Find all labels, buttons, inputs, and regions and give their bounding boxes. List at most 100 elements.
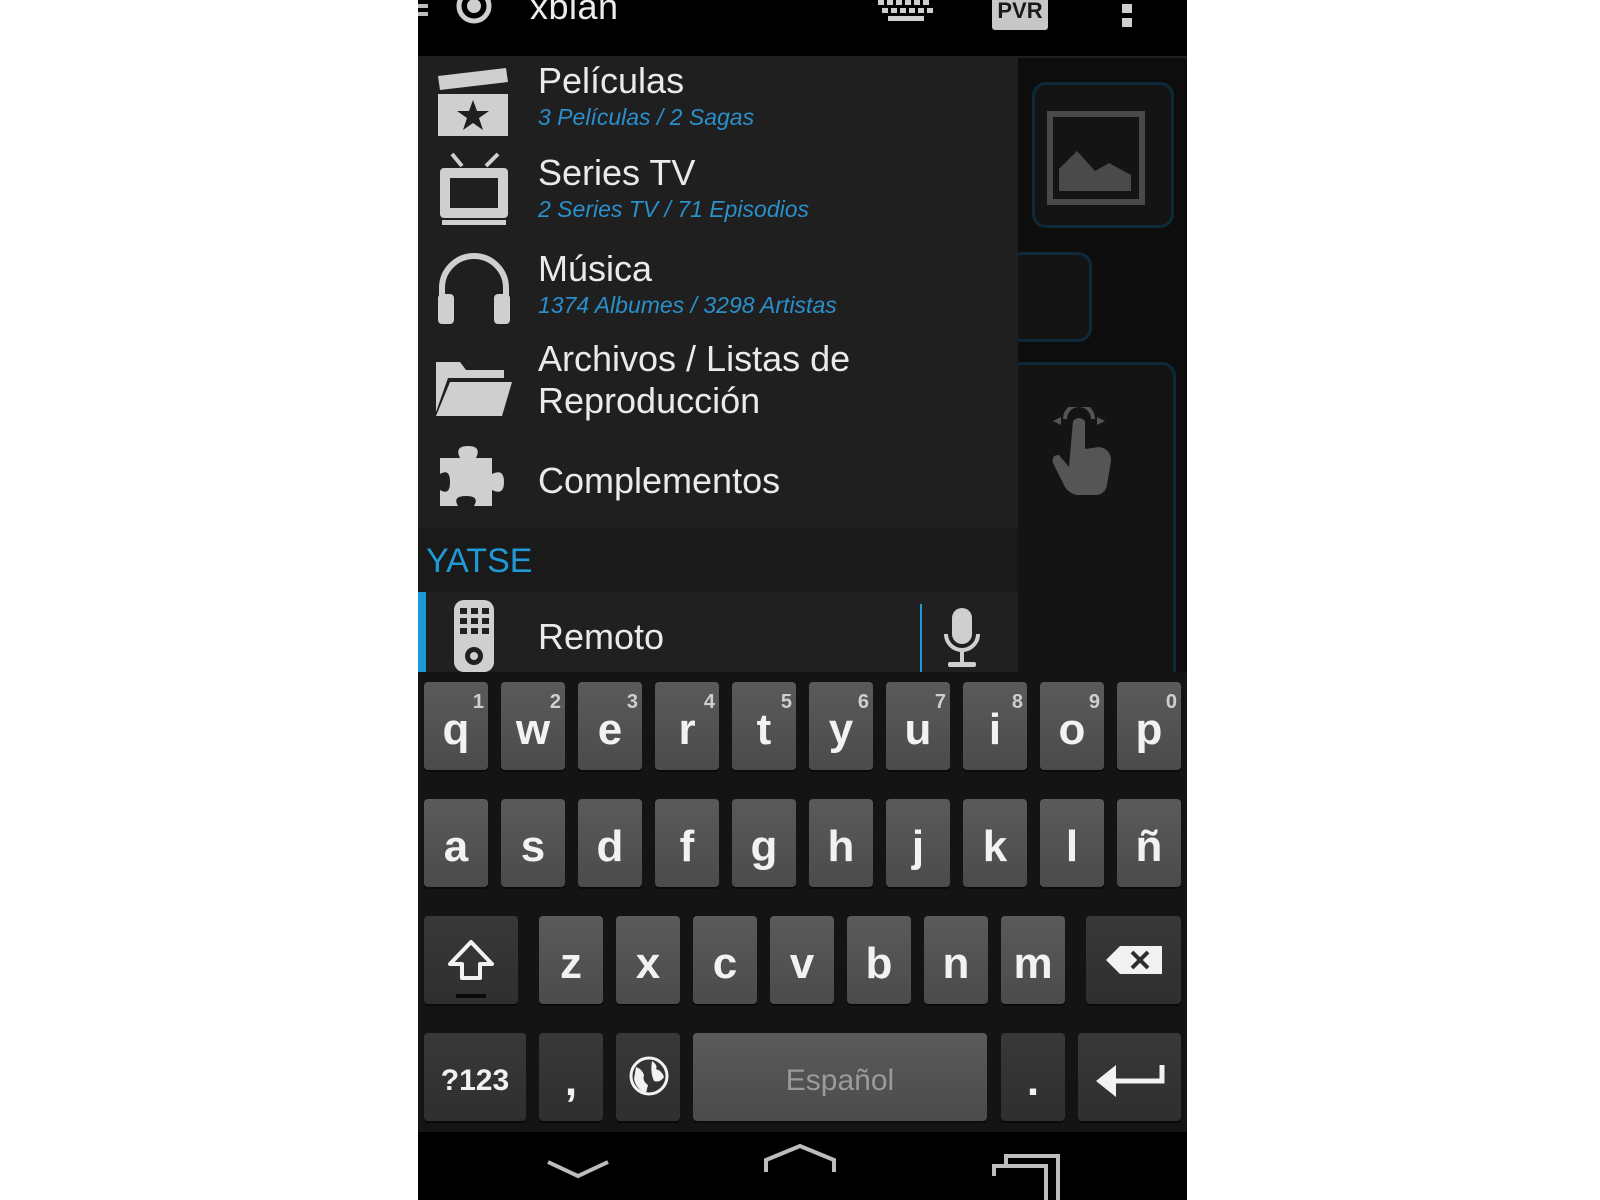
key-c[interactable]: c	[693, 916, 757, 1004]
drawer-item-title: Películas	[538, 60, 685, 101]
drawer-item-addons[interactable]: Complementos	[418, 438, 1018, 528]
key-label: r	[678, 705, 696, 754]
key-label: e	[597, 705, 623, 754]
key-g[interactable]: g	[732, 799, 796, 887]
drawer-item-tv-series[interactable]: Series TV 2 Series TV / 71 Episodios	[418, 152, 1018, 248]
key-label: i	[988, 705, 1002, 754]
key-m[interactable]: m	[1001, 916, 1065, 1004]
microphone-icon[interactable]	[942, 606, 982, 672]
soft-keyboard: q1 w2 e3 r4 t5 y6 u7 i8 o9 p0 a s d f g …	[418, 672, 1187, 1153]
key-e[interactable]: e3	[578, 682, 642, 770]
key-l[interactable]: l	[1040, 799, 1104, 887]
key-a[interactable]: a	[424, 799, 488, 887]
touch-gesture-icon	[1052, 407, 1111, 495]
xbmc-logo-icon[interactable]	[455, 0, 493, 26]
drawer-item-remote[interactable]: Remoto	[418, 592, 1018, 672]
drawer-item-title: Música	[538, 248, 653, 289]
pvr-button[interactable]: PVR	[992, 0, 1048, 30]
hamburger-icon[interactable]	[418, 0, 430, 22]
image-card	[1032, 82, 1174, 228]
key-label: u	[904, 705, 932, 754]
home-nav-icon[interactable]	[764, 1144, 836, 1200]
key-o[interactable]: o9	[1040, 682, 1104, 770]
back-nav-icon[interactable]	[546, 1156, 610, 1200]
key-b[interactable]: b	[847, 916, 911, 1004]
enter-key[interactable]	[1078, 1033, 1181, 1121]
key-x[interactable]: x	[616, 916, 680, 1004]
key-n-tilde[interactable]: ñ	[1117, 799, 1181, 887]
keyboard-icon[interactable]	[876, 0, 936, 22]
key-hint: 2	[549, 691, 561, 713]
symbols-key[interactable]: ?123	[424, 1033, 526, 1121]
key-label: ,	[564, 1056, 578, 1105]
space-key[interactable]: Español…	[693, 1033, 987, 1153]
divider	[920, 604, 922, 672]
image-placeholder-icon	[1047, 111, 1145, 205]
key-s[interactable]: s	[501, 799, 565, 887]
section-header-yatse: YATSE	[418, 528, 1018, 592]
drawer-item-title: Series TV	[538, 152, 696, 193]
selected-indicator	[418, 592, 426, 672]
enter-icon	[1096, 1065, 1165, 1097]
key-label: o	[1058, 705, 1086, 754]
overflow-menu-icon[interactable]	[1122, 4, 1134, 32]
shift-key[interactable]	[424, 916, 518, 1004]
key-label: t	[756, 705, 772, 754]
key-p[interactable]: p0	[1117, 682, 1181, 770]
drawer-item-subtitle: 1374 Albumes / 3298 Artistas	[538, 292, 837, 318]
key-u[interactable]: u7	[886, 682, 950, 770]
key-h[interactable]: h	[809, 799, 873, 887]
key-t[interactable]: t5	[732, 682, 796, 770]
recents-nav-icon[interactable]	[992, 1152, 1064, 1200]
background-panel	[1008, 58, 1187, 688]
key-n[interactable]: n	[924, 916, 988, 1004]
key-label: p	[1135, 705, 1163, 754]
key-label: y	[828, 705, 854, 754]
drawer-item-music[interactable]: Música 1374 Albumes / 3298 Artistas	[418, 248, 1018, 342]
background-card	[1008, 252, 1092, 342]
key-hint: 1	[472, 691, 484, 713]
comma-key[interactable]: ,…	[539, 1033, 603, 1153]
key-z[interactable]: z	[539, 916, 603, 1004]
app-title: xbian	[530, 0, 619, 27]
headphones-icon	[438, 253, 510, 324]
key-d[interactable]: d	[578, 799, 642, 887]
key-k[interactable]: k	[963, 799, 1027, 887]
globe-icon	[629, 1056, 669, 1096]
key-y[interactable]: y6	[809, 682, 873, 770]
key-f[interactable]: f	[655, 799, 719, 887]
key-v[interactable]: v	[770, 916, 834, 1004]
key-i[interactable]: i8	[963, 682, 1027, 770]
phone-screen: xbian PVR Películas 3 Películas / 2 Saga…	[418, 0, 1187, 1200]
drawer-item-title: Archivos / Listas de Reproducción	[538, 338, 851, 421]
section-header-label: YATSE	[426, 542, 533, 580]
key-q[interactable]: q1	[424, 682, 488, 770]
drawer-item-files-playlists[interactable]: Archivos / Listas de Reproducción	[418, 338, 1018, 438]
gesture-card	[1008, 362, 1176, 688]
language-key[interactable]: …	[616, 1033, 680, 1153]
key-j[interactable]: j	[886, 799, 950, 887]
system-nav-bar	[418, 1132, 1187, 1200]
key-hint: 0	[1165, 691, 1177, 713]
navigation-drawer: Películas 3 Películas / 2 Sagas Series T…	[418, 58, 1018, 672]
period-key[interactable]: .…	[1001, 1033, 1065, 1153]
key-hint: 9	[1088, 691, 1100, 713]
drawer-item-subtitle: 2 Series TV / 71 Episodios	[538, 196, 810, 222]
drawer-item-subtitle: 3 Películas / 2 Sagas	[538, 104, 755, 130]
drawer-item-title: Remoto	[538, 616, 665, 657]
key-w[interactable]: w2	[501, 682, 565, 770]
key-hint: 3	[626, 691, 638, 713]
drawer-item-title: Complementos	[538, 460, 781, 501]
key-hint: 7	[934, 691, 946, 713]
backspace-icon	[1106, 946, 1162, 974]
folder-icon	[436, 362, 512, 416]
clapperboard-star-icon	[438, 68, 508, 136]
key-label: .	[1026, 1056, 1040, 1105]
drawer-item-movies[interactable]: Películas 3 Películas / 2 Sagas	[418, 58, 1018, 152]
backspace-key[interactable]	[1086, 916, 1181, 1004]
key-label: Español	[785, 1064, 895, 1097]
key-label: q	[442, 705, 470, 754]
key-hint: 6	[857, 691, 869, 713]
key-r[interactable]: r4	[655, 682, 719, 770]
key-hint: 8	[1011, 691, 1023, 713]
